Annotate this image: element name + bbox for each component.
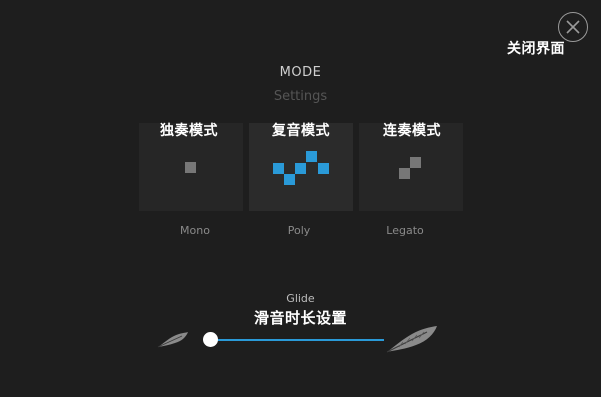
mode-mono-label: Mono	[180, 224, 210, 237]
close-icon	[566, 20, 580, 34]
glide-slider-thumb[interactable]	[203, 332, 218, 347]
feather-large-icon	[386, 326, 437, 353]
feather-small-icon	[157, 332, 188, 348]
page-subtitle: Settings	[273, 89, 328, 104]
legato-annotation: 连奏模式	[383, 123, 441, 139]
page-title: MODE	[279, 65, 322, 80]
close-annotation: 关闭界面	[507, 41, 565, 57]
glide-label: Glide	[286, 292, 315, 305]
mode-legato-label: Legato	[386, 224, 424, 237]
mode-poly-label: Poly	[287, 224, 311, 237]
glide-annotation: 滑音时长设置	[253, 309, 347, 327]
mode-settings-screen: 关闭界面 MODE Settings 独奏模式 复音模式 连奏模式 Mono P…	[0, 0, 601, 397]
glide-slider-track[interactable]	[211, 339, 384, 341]
